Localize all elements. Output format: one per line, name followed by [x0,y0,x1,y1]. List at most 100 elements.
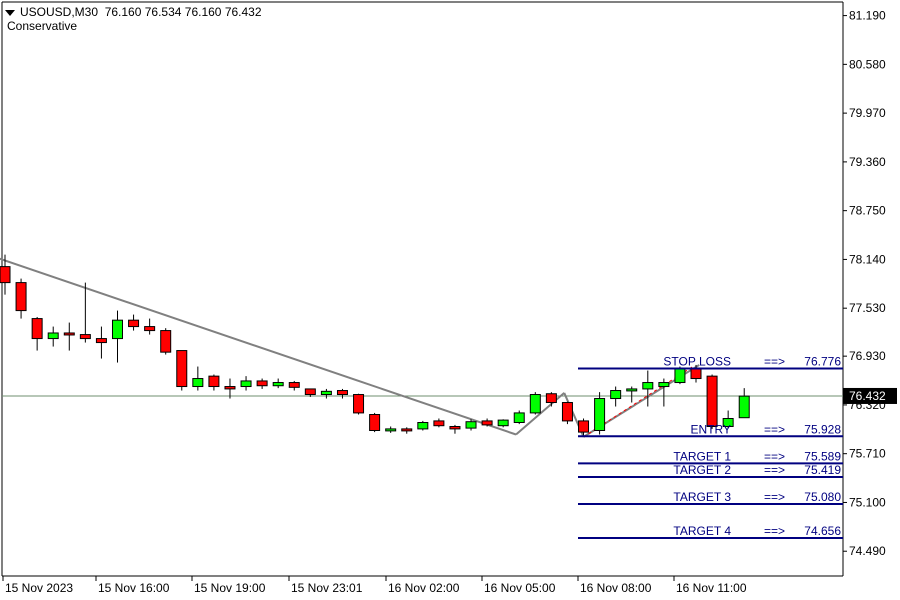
candle-body [15,282,27,312]
candle-body [208,375,220,388]
candle-body [481,420,493,426]
y-tick-label: 75.100 [849,495,886,509]
candle-body [31,318,43,340]
candle [31,316,43,351]
candle-body [674,367,686,384]
candle [481,418,493,427]
level-value: 75.080 [804,490,841,504]
candle [144,318,156,335]
level-arrow: ==> [764,449,785,463]
candle [401,427,413,434]
candle-body [449,426,461,430]
x-tick-label: 15 Nov 2023 [5,581,73,595]
candle-body [288,382,300,388]
candle [320,388,332,399]
candle-body [578,420,590,433]
candle-body [738,395,750,419]
level-arrow: ==> [764,422,785,436]
level-label: ENTRY [691,422,731,436]
candle-body [160,330,172,353]
candle-body [336,390,348,396]
current-price-tag-label: 76.432 [849,389,886,403]
candle [208,374,220,391]
candle [610,386,622,407]
candle-body [111,319,123,340]
candle-body [658,382,670,388]
y-tick-label: 76.930 [849,349,886,363]
candle-body [401,428,413,432]
level-arrow: ==> [764,490,785,504]
candle [79,282,91,343]
candle-body [594,398,606,432]
candle-body [497,419,509,427]
candle-body [272,382,284,387]
candle [658,378,670,407]
candle [288,380,300,391]
trading-chart[interactable]: USOUSD,M30 76.160 76.534 76.160 76.432 C… [0,0,900,600]
candle [111,310,123,363]
candle-body [626,388,638,392]
candle-body [176,350,188,388]
candle [63,322,75,351]
y-tick-label: 78.140 [849,252,886,266]
y-tick-label: 79.360 [849,155,886,169]
candle [240,376,252,391]
candle [385,426,397,433]
level-label: TARGET 4 [673,524,731,538]
candle [545,392,557,407]
candle [578,418,590,436]
candle-body [706,375,718,428]
candle-body [224,386,236,390]
candle-body [0,266,11,284]
candle-body [320,390,332,396]
candle [256,378,268,389]
candle [336,388,348,399]
candle-body [240,380,252,388]
x-tick-label: 16 Nov 08:00 [580,581,652,595]
candle [642,370,654,407]
x-tick-label: 16 Nov 05:00 [484,581,556,595]
candle [706,374,718,429]
level-label: TARGET 1 [673,449,731,463]
y-tick-label: 78.750 [849,204,886,218]
y-tick-label: 81.190 [849,9,886,23]
x-tick-label: 16 Nov 02:00 [388,581,460,595]
candle [529,392,541,415]
candle-body [385,428,397,432]
candle [176,350,188,391]
y-tick-label: 75.710 [849,447,886,461]
level-value: 75.589 [804,449,841,463]
level-label: TARGET 2 [673,463,731,477]
candle-body [47,332,59,340]
candle-body [642,382,654,390]
price-axis: 81.190 80.580 79.970 79.360 78.750 78.140 77.5… [843,9,897,558]
level-value: 74.656 [804,524,841,538]
candle-body [465,421,477,429]
candle [449,424,461,434]
candle-body [417,422,429,430]
candle [192,366,204,391]
candle [95,326,107,359]
price-chart-canvas[interactable]: STOP LOSS ==> 76.776 ENTRY ==> 75.928 TARGET 1… [0,0,900,600]
candle [369,412,381,433]
level-label: STOP LOSS [663,354,731,368]
trade-level: TARGET 1 ==> 75.589 [578,449,843,465]
candle-body [144,326,156,332]
candle [513,410,525,425]
candle-body [690,367,702,380]
candle-body [192,378,204,388]
y-tick-label: 77.530 [849,301,886,315]
candle [738,388,750,419]
level-arrow: ==> [764,463,785,477]
trade-level: STOP LOSS ==> 76.776 [578,354,843,370]
level-label: TARGET 3 [673,490,731,504]
x-tick-label: 15 Nov 16:00 [98,581,170,595]
candle [272,378,284,389]
candle [353,393,365,415]
level-value: 75.419 [804,463,841,477]
candle-body [433,420,445,427]
candle-body [529,394,541,414]
x-tick-label: 16 Nov 11:00 [676,581,747,595]
candle-body [79,334,91,340]
candle-body [513,412,525,424]
